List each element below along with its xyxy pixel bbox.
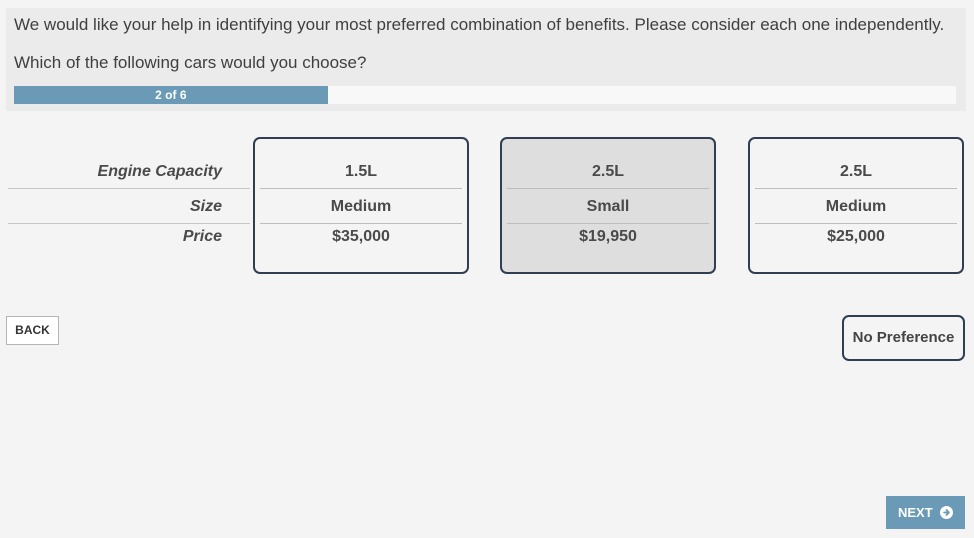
back-button[interactable]: BACK — [6, 316, 59, 345]
concept-2-engine-capacity: 2.5L — [507, 154, 709, 189]
concept-2-price: $19,950 — [579, 228, 637, 245]
attribute-labels: Engine Capacity Size Price — [8, 154, 250, 250]
intro-text: We would like your help in identifying y… — [14, 15, 945, 34]
concept-1-engine-capacity: 1.5L — [260, 154, 462, 189]
next-button-label: NEXT — [898, 505, 933, 520]
concept-card-2[interactable]: 2.5L Small $19,950 — [500, 137, 716, 274]
concept-3-price: $25,000 — [827, 228, 885, 245]
concept-card-1[interactable]: 1.5L Medium $35,000 — [253, 137, 469, 274]
concept-2-size: Small — [507, 189, 709, 224]
concept-1-price: $35,000 — [332, 228, 390, 245]
attribute-label-size: Size — [8, 189, 250, 224]
attribute-label-price: Price — [182, 228, 222, 245]
attribute-label-engine-capacity: Engine Capacity — [8, 154, 250, 189]
survey-page: We would like your help in identifying y… — [0, 0, 974, 538]
question-text: Which of the following cars would you ch… — [14, 53, 367, 72]
concept-3-engine-capacity: 2.5L — [755, 154, 957, 189]
progress-bar: 2 of 6 — [14, 86, 956, 104]
concept-1-size: Medium — [260, 189, 462, 224]
concept-card-3[interactable]: 2.5L Medium $25,000 — [748, 137, 964, 274]
arrow-circle-right-icon — [940, 506, 953, 519]
next-button[interactable]: NEXT — [886, 496, 965, 529]
no-preference-button[interactable]: No Preference — [842, 315, 965, 361]
concept-3-size: Medium — [755, 189, 957, 224]
progress-label: 2 of 6 — [155, 88, 187, 102]
question-header: We would like your help in identifying y… — [6, 8, 966, 111]
